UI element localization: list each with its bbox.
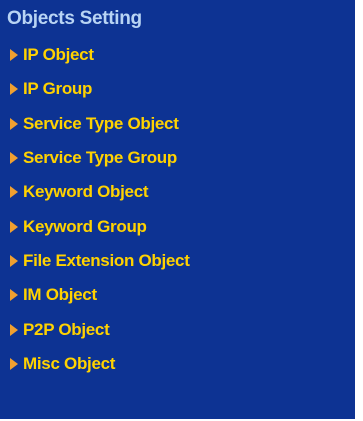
menu-item-im-object[interactable]: IM Object — [10, 278, 190, 312]
menu-item-label: Service Type Group — [23, 148, 177, 168]
arrow-right-icon — [10, 289, 18, 302]
arrow-right-icon — [10, 357, 18, 370]
menu-item-p2p-object[interactable]: P2P Object — [10, 312, 190, 346]
objects-setting-panel: Objects Setting IP Object IP Group Servi… — [0, 0, 355, 419]
menu-item-keyword-object[interactable]: Keyword Object — [10, 175, 190, 209]
menu-item-service-type-group[interactable]: Service Type Group — [10, 141, 190, 175]
menu-item-ip-group[interactable]: IP Group — [10, 72, 190, 106]
menu-item-label: Keyword Object — [23, 182, 149, 202]
menu-item-label: P2P Object — [23, 319, 110, 339]
menu-item-misc-object[interactable]: Misc Object — [10, 347, 190, 381]
arrow-right-icon — [10, 49, 18, 62]
arrow-right-icon — [10, 186, 18, 199]
menu-item-service-type-object[interactable]: Service Type Object — [10, 107, 190, 141]
menu-item-label: IP Group — [23, 79, 93, 99]
menu-item-label: Keyword Group — [23, 216, 147, 236]
arrow-right-icon — [10, 220, 18, 233]
arrow-right-icon — [10, 83, 18, 96]
menu-item-label: Service Type Object — [23, 113, 179, 133]
menu-item-label: File Extension Object — [23, 250, 190, 270]
menu-item-file-extension-object[interactable]: File Extension Object — [10, 244, 190, 278]
menu-item-ip-object[interactable]: IP Object — [10, 38, 190, 72]
objects-menu: IP Object IP Group Service Type Object S… — [10, 38, 190, 381]
menu-item-label: Misc Object — [23, 353, 116, 373]
arrow-right-icon — [10, 117, 18, 130]
arrow-right-icon — [10, 323, 18, 336]
arrow-right-icon — [10, 152, 18, 165]
menu-item-label: IM Object — [23, 285, 97, 305]
arrow-right-icon — [10, 254, 18, 267]
panel-title: Objects Setting — [7, 8, 142, 29]
menu-item-label: IP Object — [23, 45, 94, 65]
menu-item-keyword-group[interactable]: Keyword Group — [10, 209, 190, 243]
